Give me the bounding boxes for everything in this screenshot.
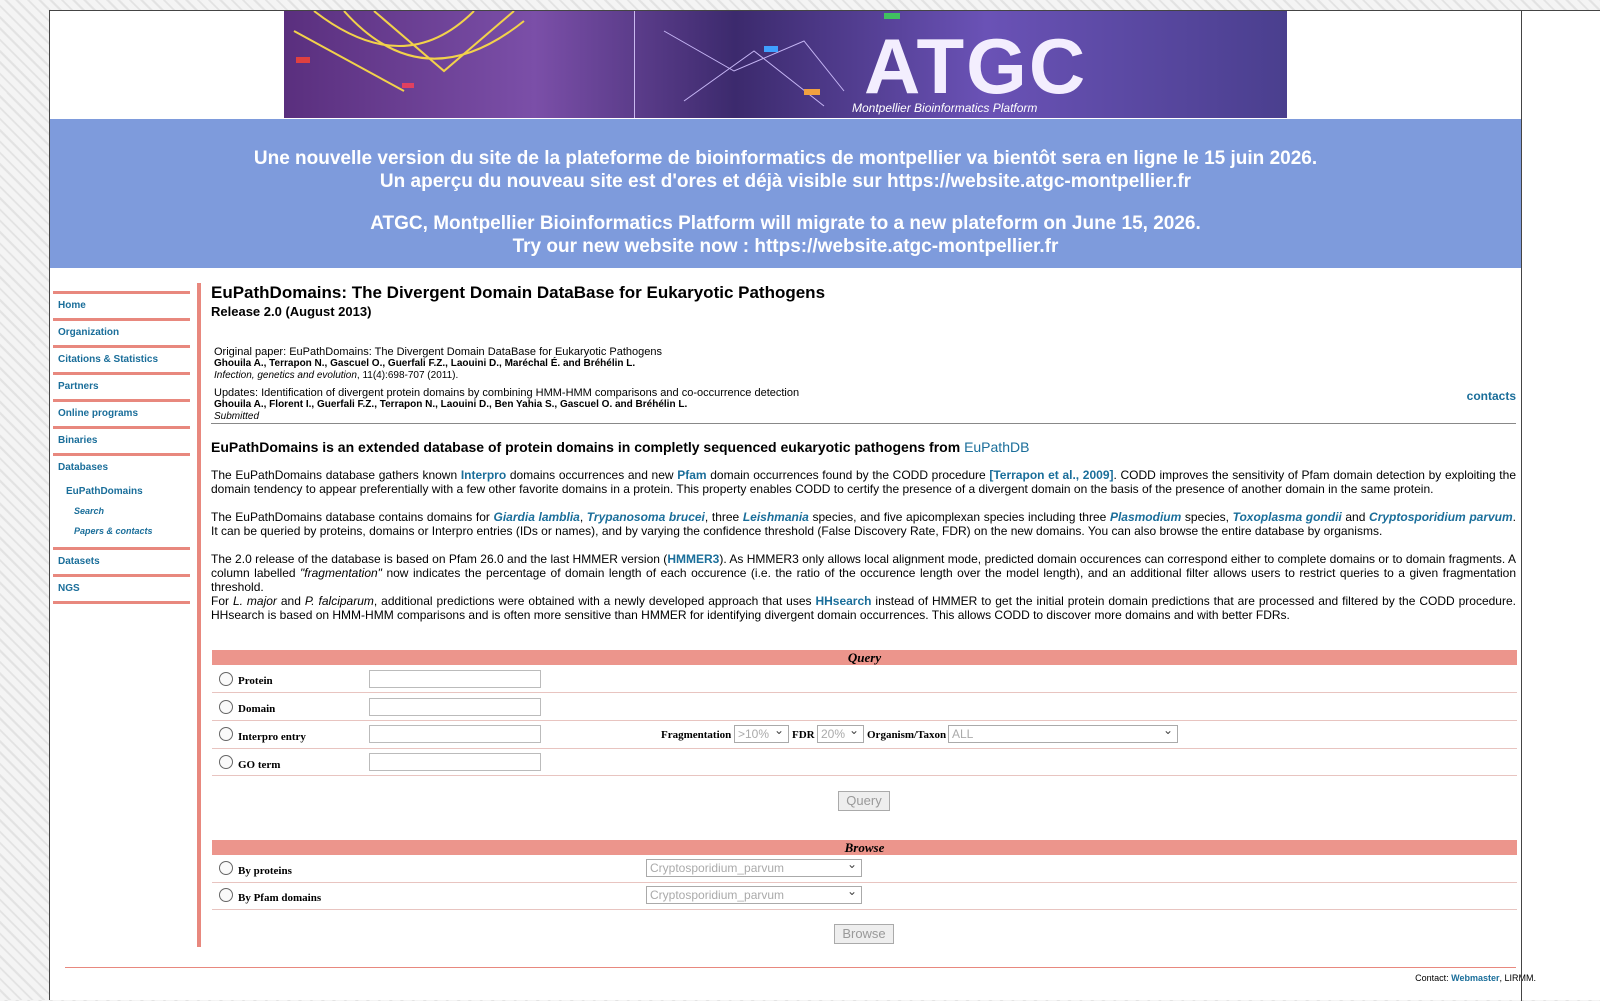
fragmentation-select[interactable]: >10%: [734, 723, 789, 743]
sidebar-end-rule: [53, 601, 190, 604]
query-row-domain: Domain: [212, 693, 1517, 721]
browse-row-pfam: By Pfam domains Cryptosporidium_parvum: [212, 883, 1517, 910]
protein-input[interactable]: [369, 670, 541, 688]
organism-label: Organism/Taxon: [867, 729, 947, 741]
paragraph-3: The 2.0 release of the database is based…: [211, 552, 1516, 594]
toxoplasma-link[interactable]: Toxoplasma gondii: [1233, 510, 1342, 524]
plasmodium-link[interactable]: Plasmodium: [1110, 510, 1181, 524]
protein-label: Protein: [238, 675, 273, 687]
sidebar-item-datasets[interactable]: Datasets: [53, 547, 190, 574]
banner-subtitle: Montpellier Bioinformatics Platform: [852, 101, 1038, 115]
paper2-status: Submitted: [214, 411, 260, 422]
query-row-protein: Protein: [212, 666, 1517, 693]
browse-button[interactable]: Browse: [834, 924, 894, 944]
organism-select[interactable]: ALL: [948, 723, 1178, 743]
paper2-title: Updates: Identification of divergent pro…: [214, 387, 800, 399]
giardia-link[interactable]: Giardia lamblia: [494, 510, 580, 524]
banner-divider: [634, 11, 635, 118]
contacts-link[interactable]: contacts: [1467, 389, 1516, 403]
original-paper: Original paper: EuPathDomains: The Diver…: [214, 346, 662, 382]
migration-notice: Une nouvelle version du site de la plate…: [50, 119, 1521, 268]
page-title: EuPathDomains: The Divergent Domain Data…: [211, 283, 826, 302]
fragmentation-label: Fragmentation: [661, 729, 732, 741]
fdr-select[interactable]: 20%: [817, 723, 864, 743]
paper1-authors: Ghouila A., Terrapon N., Gascuel O., Gue…: [214, 358, 636, 369]
page-container: ATGC Montpellier Bioinformatics Platform…: [49, 10, 1600, 1001]
webmaster-link[interactable]: Webmaster: [1451, 973, 1499, 983]
banner-graphic: [293, 11, 900, 107]
by-pfam-label: By Pfam domains: [238, 892, 322, 904]
sidebar-item-ngs[interactable]: NGS: [53, 574, 190, 601]
sidebar-item-citations[interactable]: Citations & Statistics: [53, 345, 190, 372]
go-radio[interactable]: [219, 755, 233, 769]
browse-row-proteins: By proteins Cryptosporidium_parvum: [212, 856, 1517, 883]
paragraph-4: For L. major and P. falciparum, addition…: [211, 594, 1516, 622]
atgc-logo: ATGC: [864, 22, 1088, 110]
domain-label: Domain: [238, 703, 276, 715]
paper2-authors: Ghouila A., Florent I., Guerfali F.Z., T…: [214, 399, 688, 410]
sidebar-nav: Home Organization Citations & Statistics…: [53, 291, 190, 604]
intro-heading: EuPathDomains is an extended database of…: [211, 439, 1030, 455]
domain-input[interactable]: [369, 698, 541, 716]
sidebar-item-search[interactable]: Search: [53, 501, 190, 521]
by-proteins-radio[interactable]: [219, 861, 233, 875]
domain-radio[interactable]: [219, 700, 233, 714]
interpro-label: Interpro entry: [238, 731, 306, 743]
sidebar-item-databases[interactable]: Databases: [53, 453, 190, 480]
content-divider: [197, 283, 201, 947]
sidebar-item-papers-contacts[interactable]: Papers & contacts: [53, 521, 190, 541]
notice-line-3: ATGC, Montpellier Bioinformatics Platfor…: [370, 213, 1201, 234]
sidebar-item-home[interactable]: Home: [53, 291, 190, 318]
cryptosporidium-link[interactable]: Cryptosporidium parvum: [1369, 510, 1513, 524]
protein-radio[interactable]: [219, 672, 233, 686]
pfam-link[interactable]: Pfam: [677, 468, 706, 482]
sidebar-item-partners[interactable]: Partners: [53, 372, 190, 399]
query-header: Query: [212, 650, 1517, 665]
atgc-banner[interactable]: ATGC Montpellier Bioinformatics Platform: [284, 11, 1287, 118]
notice-line-2: Un aperçu du nouveau site est d'ores et …: [379, 171, 1192, 192]
eupathdb-link[interactable]: EuPathDB: [964, 439, 1029, 455]
terrapon-ref-link[interactable]: [Terrapon et al., 2009]: [989, 468, 1113, 482]
interpro-radio[interactable]: [219, 727, 233, 741]
interpro-input[interactable]: [369, 725, 541, 743]
paper1-citation: Infection, genetics and evolution, 11(4)…: [214, 370, 459, 381]
footer-rule: [65, 967, 1516, 968]
query-button[interactable]: Query: [838, 791, 890, 811]
sidebar-item-online-programs[interactable]: Online programs: [53, 399, 190, 426]
fdr-label: FDR: [792, 729, 815, 741]
by-proteins-select[interactable]: Cryptosporidium_parvum: [646, 857, 862, 877]
leishmania-link[interactable]: Leishmania: [743, 510, 809, 524]
hmmer3-link[interactable]: HMMER3: [667, 552, 719, 566]
query-row-go: GO term: [212, 749, 1517, 776]
by-pfam-radio[interactable]: [219, 888, 233, 902]
update-paper: Updates: Identification of divergent pro…: [214, 387, 799, 423]
sidebar-item-organization[interactable]: Organization: [53, 318, 190, 345]
go-label: GO term: [238, 759, 281, 771]
by-proteins-label: By proteins: [238, 865, 292, 877]
interpro-link[interactable]: Interpro: [461, 468, 506, 482]
notice-line-1: Une nouvelle version du site de la plate…: [253, 148, 1318, 169]
footer-contact: Contact: Webmaster, LIRMM.: [1415, 973, 1536, 983]
paragraph-1: The EuPathDomains database gathers known…: [211, 468, 1516, 496]
query-row-interpro: Interpro entry Fragmentation >10% FDR 20…: [212, 721, 1517, 749]
browse-header: Browse: [212, 840, 1517, 855]
sidebar-item-eupathdomains[interactable]: EuPathDomains: [53, 480, 190, 501]
release-info: Release 2.0 (August 2013): [211, 304, 372, 319]
section-rule: [211, 423, 1516, 424]
trypanosoma-link[interactable]: Trypanosoma brucei: [587, 510, 705, 524]
sidebar-item-binaries[interactable]: Binaries: [53, 426, 190, 453]
by-pfam-select[interactable]: Cryptosporidium_parvum: [646, 884, 862, 904]
go-input[interactable]: [369, 753, 541, 771]
notice-line-4: Try our new website now : https://websit…: [512, 236, 1059, 257]
paper1-title: Original paper: EuPathDomains: The Diver…: [214, 346, 662, 358]
paragraph-2: The EuPathDomains database contains doma…: [211, 510, 1517, 538]
hhsearch-link[interactable]: HHsearch: [815, 594, 871, 608]
